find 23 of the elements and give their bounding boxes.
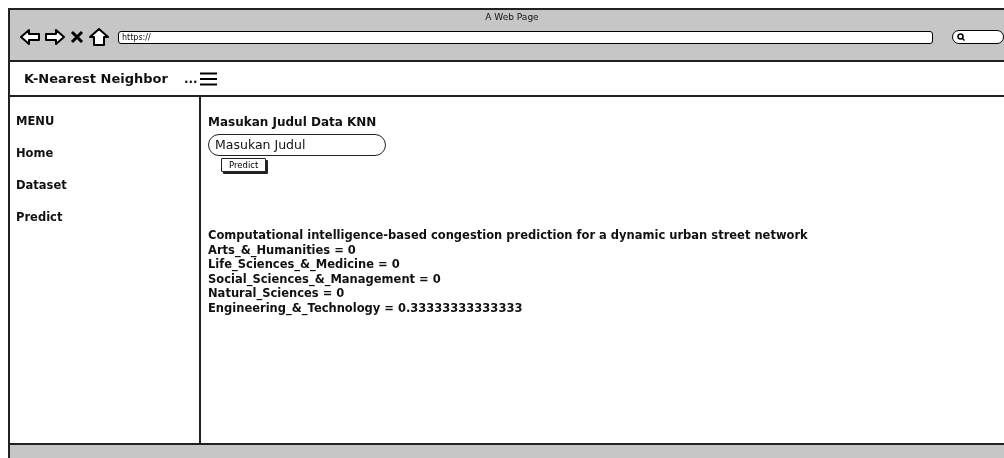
sidebar-item[interactable]: Predict (16, 209, 199, 225)
form-heading: Masukan Judul Data KNN (208, 115, 377, 129)
window-title: A Web Page (484, 12, 540, 22)
score-line: Social_Sciences_&_Management = 0 (208, 271, 442, 286)
score-line: Arts_&_Humanities = 0 (208, 242, 357, 257)
forward-icon[interactable] (45, 28, 65, 46)
predict-button[interactable]: Predict (221, 158, 267, 172)
menu-heading: MENU (16, 113, 56, 129)
score-line: Natural_Sciences = 0 (208, 286, 345, 301)
close-icon[interactable] (70, 30, 84, 44)
back-icon[interactable] (20, 28, 40, 46)
score-line: Engineering_&_Technology = 0.33333333333333 (208, 300, 524, 315)
score-line: Life_Sciences_&_Medicine = 0 (208, 257, 401, 272)
home-icon[interactable] (89, 28, 109, 46)
search-icon (957, 33, 965, 41)
brand-name: K-Nearest Neighbor (24, 71, 168, 86)
address-bar[interactable]: https:// (118, 30, 933, 44)
result-title: Computational intelligence-based congestion prediction for a dynamic urban street network (208, 228, 808, 243)
menu-icon[interactable] (199, 71, 217, 86)
sidebar-item[interactable]: Dataset (16, 177, 199, 193)
search-field[interactable] (952, 30, 1004, 44)
menu-ellipsis[interactable]: ... (183, 71, 198, 86)
sidebar-item[interactable]: Home (16, 145, 199, 161)
